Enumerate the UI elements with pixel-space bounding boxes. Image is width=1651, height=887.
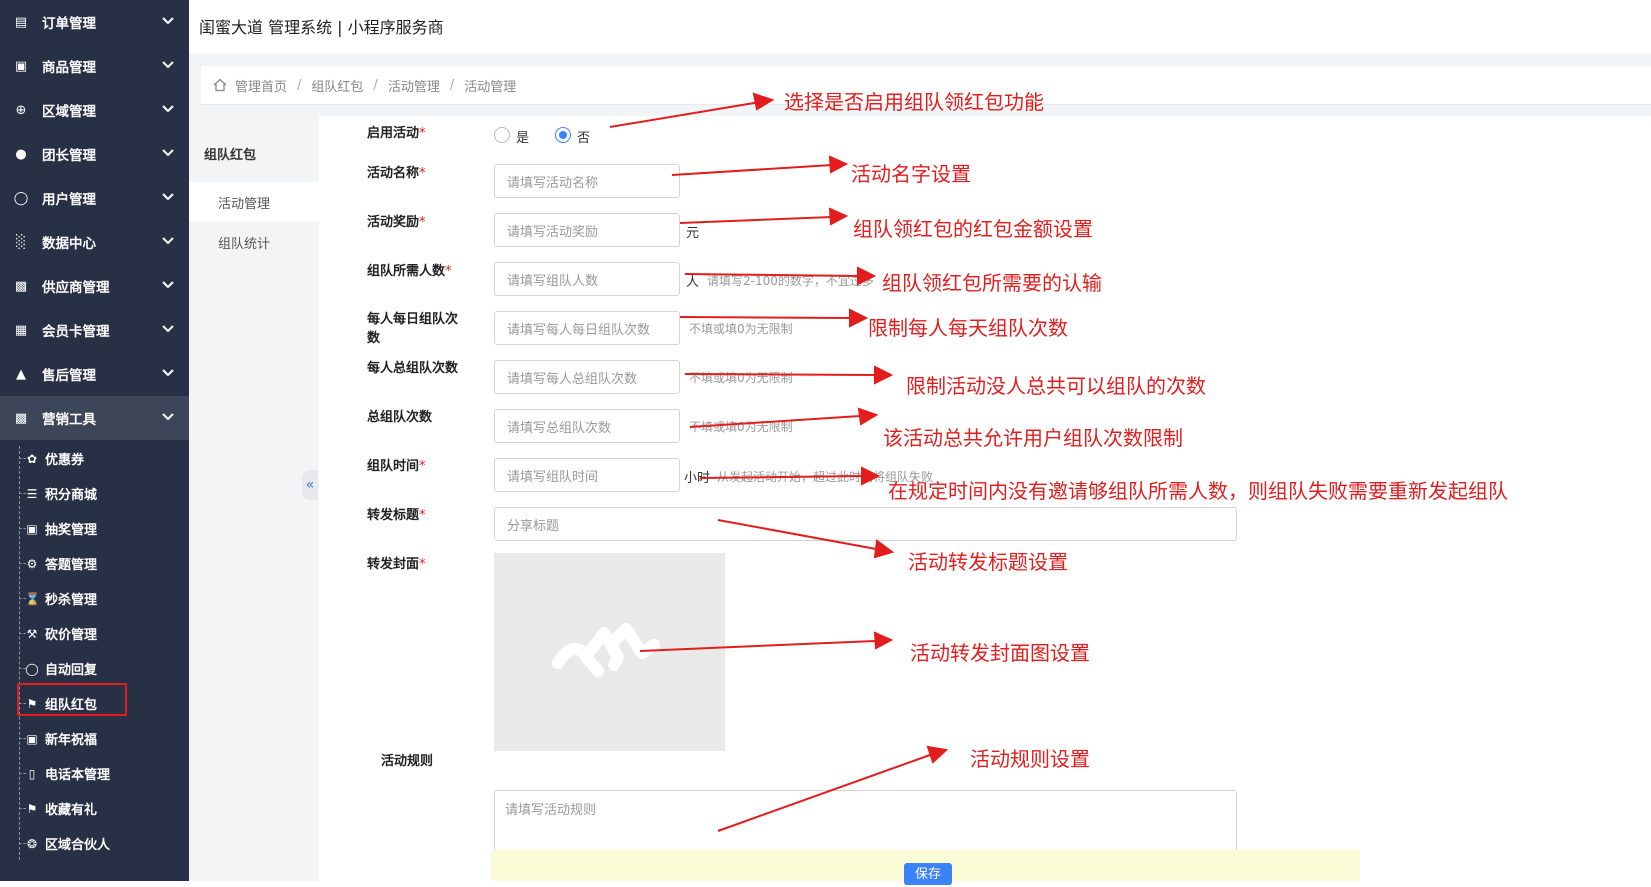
arrow-head — [874, 365, 894, 385]
annotation-daily-limit: 限制每人每天组队次数 — [868, 316, 1068, 340]
arrow-head — [861, 466, 881, 486]
annotation-arrow — [717, 754, 931, 832]
annotation-arrow — [699, 475, 863, 479]
annotation-arrow — [671, 164, 833, 176]
annotation-share-title: 活动转发标题设置 — [908, 550, 1068, 574]
arrow-head — [849, 308, 869, 328]
annotation-share-cover: 活动转发封面图设置 — [910, 641, 1090, 665]
annotation-arrow — [689, 415, 861, 428]
annotation-arrow — [639, 640, 876, 652]
annotation-arrow — [609, 101, 761, 128]
arrow-head — [828, 155, 849, 174]
annotation-reward: 组队领红包的红包金额设置 — [853, 217, 1093, 241]
annotation-rules: 活动规则设置 — [970, 747, 1090, 771]
arrow-head — [926, 745, 949, 764]
arrow-head — [857, 266, 877, 286]
annotation-arrows — [609, 92, 949, 832]
arrow-head — [873, 539, 895, 559]
annotation-team-size: 组队领红包所需要的认输 — [882, 271, 1102, 295]
arrow-head — [873, 631, 894, 650]
arrow-head — [752, 92, 775, 111]
annotation-arrow — [684, 373, 876, 376]
annotation-arrow — [684, 273, 861, 277]
arrow-head — [828, 207, 849, 226]
annotation-arrow — [679, 316, 851, 319]
arrow-head — [857, 407, 879, 426]
annotation-arrow — [679, 216, 833, 224]
annotation-enable: 选择是否启用组队领红包功能 — [784, 90, 1044, 114]
annotation-total-per-user: 限制活动没人总共可以组队的次数 — [906, 374, 1206, 398]
annotation-duration: 在规定时间内没有邀请够组队所需人数，则组队失败需要重新发起组队 — [888, 479, 1508, 503]
annotation-name: 活动名字设置 — [851, 162, 971, 186]
annotation-arrow — [717, 519, 877, 550]
annotation-total-limit: 该活动总共允许用户组队次数限制 — [883, 426, 1183, 450]
